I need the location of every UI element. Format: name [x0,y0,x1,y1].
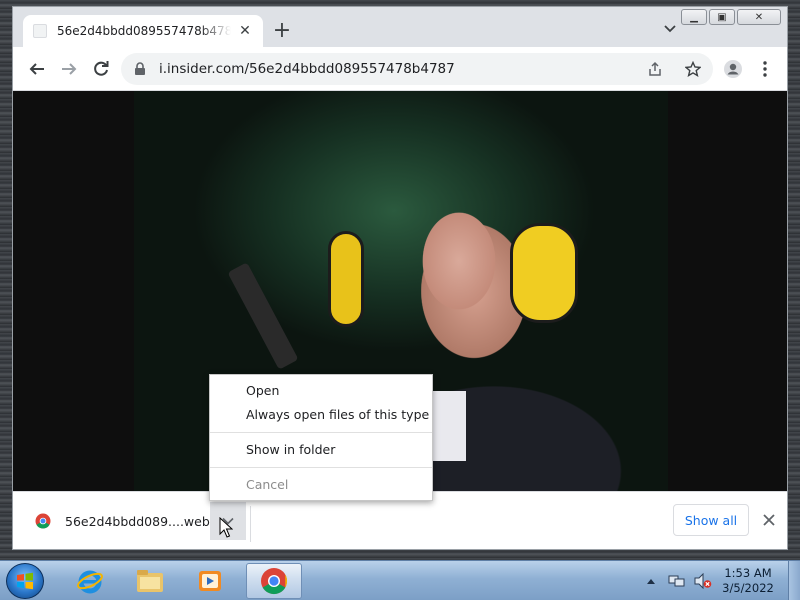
clock-date: 3/5/2022 [722,581,774,595]
menu-item-open[interactable]: Open [210,379,432,403]
media-player-icon [199,571,221,591]
window-close-button[interactable]: ✕ [737,9,781,25]
lock-icon[interactable] [131,60,149,78]
active-tab[interactable]: 56e2d4bbdd089557478b4787 (1936×1452) ✕ [23,15,263,47]
chrome-icon [261,568,288,595]
internet-explorer-icon [77,570,103,594]
show-desktop-button[interactable] [788,561,800,600]
tab-strip: 56e2d4bbdd089557478b4787 (1936×1452) ✕ +… [13,7,787,47]
menu-item-show-in-folder[interactable]: Show in folder [210,438,432,462]
clock-time: 1:53 AM [724,566,772,580]
profile-avatar-icon[interactable] [721,57,745,81]
tab-search-chevron-icon[interactable] [659,21,681,43]
image-detail-ear-protector [328,231,364,327]
window-caption-buttons: ▁ ▣ ✕ [681,9,781,25]
download-file-name: 56e2d4bbdd089....webp [65,513,218,529]
forward-arrow-icon[interactable] [57,57,81,81]
system-clock[interactable]: 1:53 AM 3/5/2022 [716,566,780,596]
back-arrow-icon[interactable] [25,57,49,81]
tab-title: 56e2d4bbdd089557478b4787 (1936×1452) [57,24,231,38]
reload-icon[interactable] [89,57,113,81]
tab-close-icon[interactable]: ✕ [237,23,253,39]
menu-separator [210,467,432,468]
menu-separator [210,432,432,433]
url-text: i.insider.com/56e2d4bbdd089557478b4787 [159,61,455,77]
close-shelf-icon[interactable] [759,510,779,530]
chrome-file-icon [35,513,51,529]
menu-item-always-open[interactable]: Always open files of this type [210,403,432,427]
show-hidden-icons-arrow-icon[interactable] [641,571,661,591]
windows-logo-icon [17,572,33,590]
address-bar[interactable]: i.insider.com/56e2d4bbdd089557478b4787 [121,53,713,85]
taskbar-chrome[interactable] [246,563,302,599]
windows-taskbar: 1:53 AM 3/5/2022 [0,560,800,600]
menu-kebab-icon[interactable] [753,57,777,81]
taskbar-windows-explorer[interactable] [122,563,178,599]
image-detail-pistol [227,262,299,370]
image-favicon-icon [33,24,47,38]
browser-toolbar: i.insider.com/56e2d4bbdd089557478b4787 [13,47,787,91]
share-icon[interactable] [643,57,667,81]
menu-item-cancel: Cancel [246,477,289,492]
new-tab-button[interactable]: + [271,20,293,43]
shelf-divider [250,506,251,542]
volume-muted-icon[interactable] [693,571,713,591]
mouse-cursor-icon [219,516,234,542]
minimize-button[interactable]: ▁ [681,9,707,25]
start-button[interactable] [6,563,44,599]
taskbar-media-player[interactable] [182,563,238,599]
maximize-button[interactable]: ▣ [709,9,735,25]
download-context-menu: Open Always open files of this type Show… [209,374,433,501]
show-all-button[interactable]: Show all [673,504,749,536]
bookmark-star-icon[interactable] [681,57,705,81]
folder-icon [137,570,163,592]
image-detail-ear-protector [510,223,578,323]
network-icon[interactable] [667,571,687,591]
system-tray: 1:53 AM 3/5/2022 [638,561,800,600]
taskbar-internet-explorer[interactable] [62,563,118,599]
